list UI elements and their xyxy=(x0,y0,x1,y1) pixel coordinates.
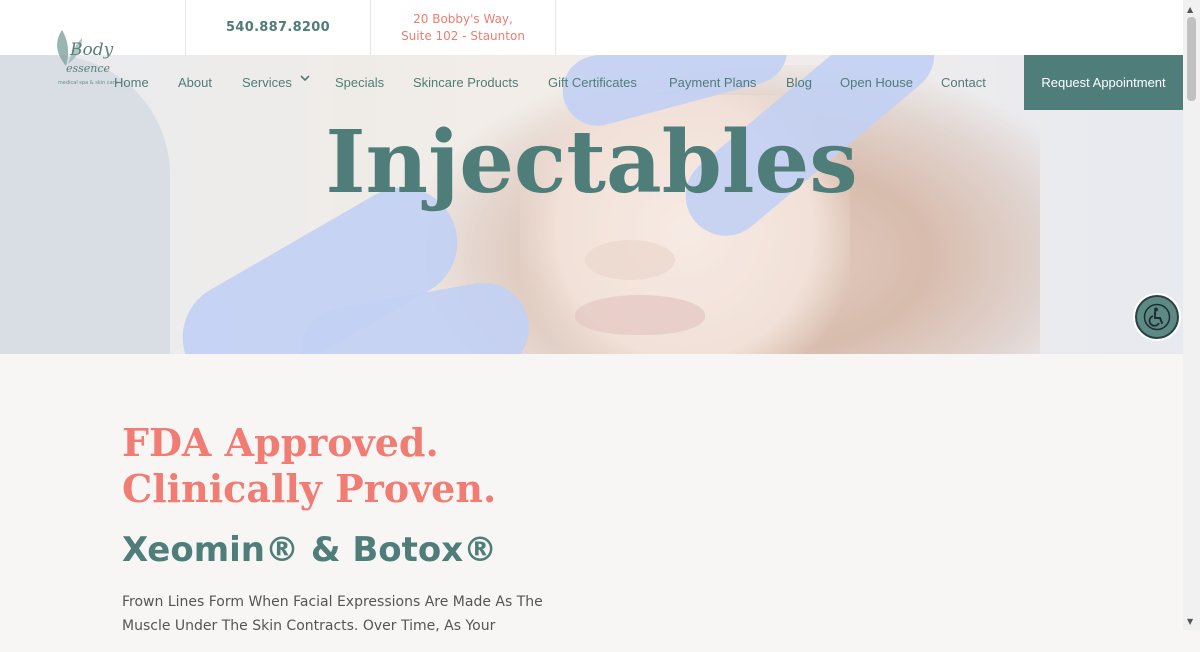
nav-services-label: Services xyxy=(242,75,292,90)
headline-line-1: FDA Approved. xyxy=(122,420,439,465)
logo-text-body: Body xyxy=(70,40,114,60)
scroll-down-arrow-icon[interactable]: ▼ xyxy=(1187,617,1193,626)
page-title: Injectables xyxy=(325,112,858,213)
top-bar: 540.887.8200 20 Bobby's Way, Suite 102 -… xyxy=(0,0,1183,55)
nav-services[interactable]: Services xyxy=(242,55,310,110)
divider xyxy=(555,0,556,55)
subheadline: Xeomin® & Botox® xyxy=(122,530,498,570)
headline: FDA Approved. Clinically Proven. xyxy=(122,420,582,512)
nav-about[interactable]: About xyxy=(178,55,212,110)
scroll-up-arrow-icon[interactable]: ▲ xyxy=(1187,5,1193,14)
nav-payment-plans[interactable]: Payment Plans xyxy=(669,55,756,110)
nav-blog[interactable]: Blog xyxy=(786,55,812,110)
body-paragraph: Frown Lines Form When Facial Expressions… xyxy=(122,594,543,634)
site-logo[interactable]: Body essence medical spa & skin care xyxy=(52,24,124,104)
scrollbar[interactable]: ▲ ▼ xyxy=(1183,0,1200,630)
address-line-1: 20 Bobby's Way, xyxy=(413,11,513,26)
nav-contact[interactable]: Contact xyxy=(941,55,986,110)
nav-gift-certificates[interactable]: Gift Certificates xyxy=(548,55,637,110)
chevron-down-icon[interactable] xyxy=(300,74,310,85)
request-appointment-button[interactable]: Request Appointment xyxy=(1024,55,1183,110)
intro-section: FDA Approved. Clinically Proven. Xeomin®… xyxy=(122,420,582,652)
scrollbar-thumb[interactable] xyxy=(1187,17,1196,101)
logo-text-essence: essence xyxy=(66,62,111,75)
nav-skincare-products[interactable]: Skincare Products xyxy=(413,55,519,110)
logo-tagline: medical spa & skin care xyxy=(58,80,118,86)
accessibility-icon xyxy=(1143,303,1171,331)
address-line-2: Suite 102 - Staunton xyxy=(401,28,525,43)
phone-link[interactable]: 540.887.8200 xyxy=(186,0,370,55)
accessibility-button[interactable] xyxy=(1133,293,1181,341)
address-link[interactable]: 20 Bobby's Way, Suite 102 - Staunton xyxy=(371,0,555,55)
main-nav: Home About Services Specials Skincare Pr… xyxy=(0,55,1183,110)
nav-specials[interactable]: Specials xyxy=(335,55,384,110)
nav-open-house[interactable]: Open House xyxy=(840,55,913,110)
headline-line-2: Clinically Proven. xyxy=(122,466,497,511)
